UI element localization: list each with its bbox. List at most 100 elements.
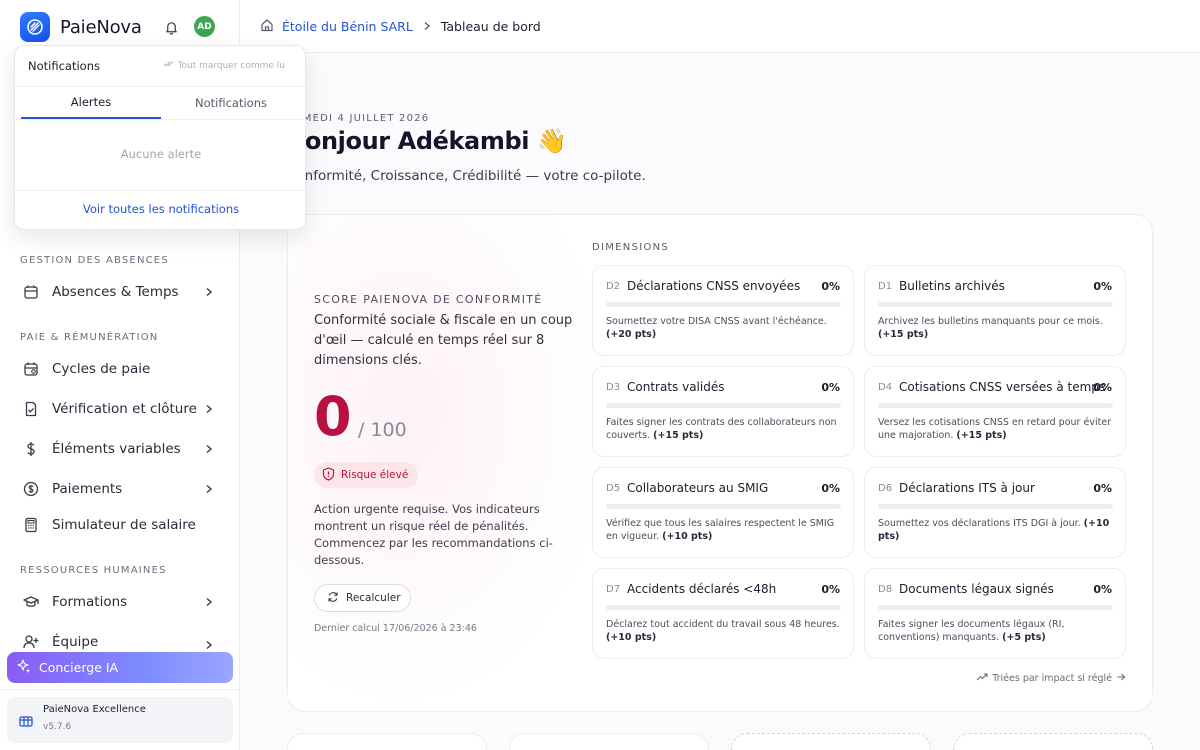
progress-bar	[878, 302, 1113, 307]
sidebar-item-simulateur[interactable]: Simulateur de salaire	[14, 508, 226, 542]
chevron-right-icon	[202, 482, 216, 496]
avatar[interactable]: AD	[194, 16, 215, 37]
section-title-paie: PAIE & RÉMUNÉRATION	[20, 332, 159, 343]
dimension-title: Bulletins archivés	[899, 279, 1005, 293]
sidebar-item-label: Formations	[52, 594, 128, 610]
page-title: Bonjour Adékambi 👋	[287, 127, 567, 155]
dimension-hint: Déclarez tout accident du travail sous 4…	[606, 618, 844, 644]
dimension-code: D6	[878, 483, 893, 494]
plan-card[interactable]: PaieNova Excellence v5.7.6	[7, 697, 233, 743]
chevron-right-icon	[202, 595, 216, 609]
sorted-by-impact-note[interactable]: Triées par impact si réglé	[976, 672, 1126, 685]
section-title-rh: RESSOURCES HUMAINES	[20, 565, 167, 576]
recalculate-button[interactable]: Recalculer	[314, 584, 411, 612]
sidebar-item-label: Simulateur de salaire	[52, 517, 196, 533]
see-all-notifications-link[interactable]: Voir toutes les notifications	[15, 202, 305, 216]
recalculate-label: Recalculer	[346, 592, 401, 604]
arrow-right-icon	[1116, 672, 1126, 685]
hint-points: (+15 pts)	[878, 329, 929, 340]
dimension-card[interactable]: D5 Collaborateurs au SMIG 0% Vérifiez qu…	[592, 467, 854, 558]
sidebar-item-elements-variables[interactable]: Éléments variables	[14, 432, 226, 466]
hint-points: (+15 pts)	[956, 430, 1007, 441]
sidebar-item-label: Éléments variables	[52, 441, 181, 457]
dimension-card[interactable]: D1 Bulletins archivés 0% Archivez les bu…	[864, 265, 1126, 356]
dimension-code: D5	[606, 483, 621, 494]
dimension-card[interactable]: D6 Déclarations ITS à jour 0% Soumettez …	[864, 467, 1126, 558]
dimension-hint: Faites signer les contrats des collabora…	[606, 416, 844, 442]
breadcrumb-current: Tableau de bord	[440, 19, 541, 34]
chevron-right-icon	[202, 285, 216, 299]
summary-card-placeholder	[731, 733, 931, 750]
dimension-percent: 0%	[1093, 482, 1112, 495]
check-double-icon	[163, 60, 174, 71]
mark-all-read-label: Tout marquer comme lu	[177, 60, 286, 71]
dimension-title: Collaborateurs au SMIG	[627, 481, 769, 495]
compliance-score-card: SCORE PAIENOVA DE CONFORMITÉ Conformité …	[287, 214, 1153, 712]
hint-points: (+10 pts)	[662, 531, 713, 542]
sidebar-item-label: Paiements	[52, 481, 123, 497]
sidebar-item-verification[interactable]: Vérification et clôture	[14, 392, 226, 426]
sidebar-item-absences[interactable]: Absences & Temps	[14, 275, 226, 309]
calendar-icon	[22, 283, 40, 301]
tab-alertes[interactable]: Alertes	[21, 86, 161, 119]
chevron-right-icon	[423, 20, 431, 34]
app-version: v5.7.6	[43, 722, 72, 732]
hint-text: Vérifiez que tous les salaires respecten…	[606, 518, 835, 542]
progress-bar	[878, 504, 1113, 509]
dimension-hint: Soumettez votre DISA CNSS avant l'échéan…	[606, 315, 844, 341]
progress-bar	[606, 504, 841, 509]
risk-label: Risque élevé	[341, 469, 409, 481]
score-label: SCORE PAIENOVA DE CONFORMITÉ	[314, 293, 543, 306]
bell-icon[interactable]	[160, 16, 182, 38]
sidebar-item-formations[interactable]: Formations	[14, 585, 226, 619]
chevron-right-icon	[202, 402, 216, 416]
sidebar-item-equipe[interactable]: Équipe	[14, 625, 226, 649]
sidebar-item-cycles[interactable]: Cycles de paie	[14, 352, 226, 386]
progress-bar	[606, 302, 841, 307]
dimension-card[interactable]: D3 Contrats validés 0% Faites signer les…	[592, 366, 854, 457]
score-description: Conformité sociale & fiscale en un coup …	[314, 313, 573, 368]
divider	[0, 689, 240, 690]
progress-bar	[878, 403, 1113, 408]
hint-text: Soumettez vos déclarations ITS DGI à jou…	[878, 518, 1081, 529]
dimension-code: D1	[878, 281, 893, 292]
coin-icon	[22, 480, 40, 498]
summary-card	[287, 733, 487, 750]
dimension-title: Documents légaux signés	[899, 582, 1054, 596]
dimension-card[interactable]: D8 Documents légaux signés 0% Faites sig…	[864, 568, 1126, 659]
hint-text: Déclarez tout accident du travail sous 4…	[606, 619, 840, 630]
progress-bar	[606, 403, 841, 408]
file-check-icon	[22, 400, 40, 418]
progress-bar	[606, 605, 841, 610]
dimension-card[interactable]: D4 Cotisations CNSS versées à temps 0% V…	[864, 366, 1126, 457]
sorted-note-label: Triées par impact si réglé	[992, 673, 1112, 684]
breadcrumb-company-link[interactable]: Étoile du Bénin SARL	[282, 19, 413, 34]
paienova-logo-icon	[20, 12, 50, 42]
calculator-icon	[22, 516, 40, 534]
home-icon[interactable]	[260, 18, 274, 35]
dimension-percent: 0%	[821, 280, 840, 293]
tab-notifications[interactable]: Notifications	[161, 86, 301, 119]
current-date: SAMEDI 4 JUILLET 2026	[287, 113, 430, 124]
dimension-hint: Versez les cotisations CNSS en retard po…	[878, 416, 1116, 442]
dimension-card[interactable]: D7 Accidents déclarés <48h 0% Déclarez t…	[592, 568, 854, 659]
sidebar-item-paiements[interactable]: Paiements	[14, 472, 226, 506]
dimension-title: Contrats validés	[627, 380, 725, 394]
concierge-ia-button[interactable]: Concierge IA	[7, 652, 233, 683]
dimension-code: D3	[606, 382, 621, 393]
dimension-percent: 0%	[1093, 280, 1112, 293]
dollar-icon	[22, 440, 40, 458]
mark-all-read-button[interactable]: Tout marquer comme lu	[163, 60, 286, 71]
topbar: Étoile du Bénin SARL Tableau de bord	[240, 0, 1200, 53]
refresh-icon	[327, 591, 339, 606]
notifications-dropdown: Notifications Tout marquer comme lu Aler…	[14, 45, 306, 230]
sparkles-icon	[17, 659, 31, 676]
chevron-right-icon	[202, 638, 216, 649]
dimension-card[interactable]: D2 Déclarations CNSS envoyées 0% Soumett…	[592, 265, 854, 356]
dimension-title: Déclarations CNSS envoyées	[627, 279, 801, 293]
user-plus-icon	[22, 633, 40, 649]
hint-points: (+5 pts)	[1002, 632, 1046, 643]
shield-alert-icon	[322, 466, 335, 484]
last-calculation: Dernier calcul 17/06/2026 à 23:46	[314, 623, 477, 634]
brand[interactable]: PaieNova	[20, 11, 142, 43]
